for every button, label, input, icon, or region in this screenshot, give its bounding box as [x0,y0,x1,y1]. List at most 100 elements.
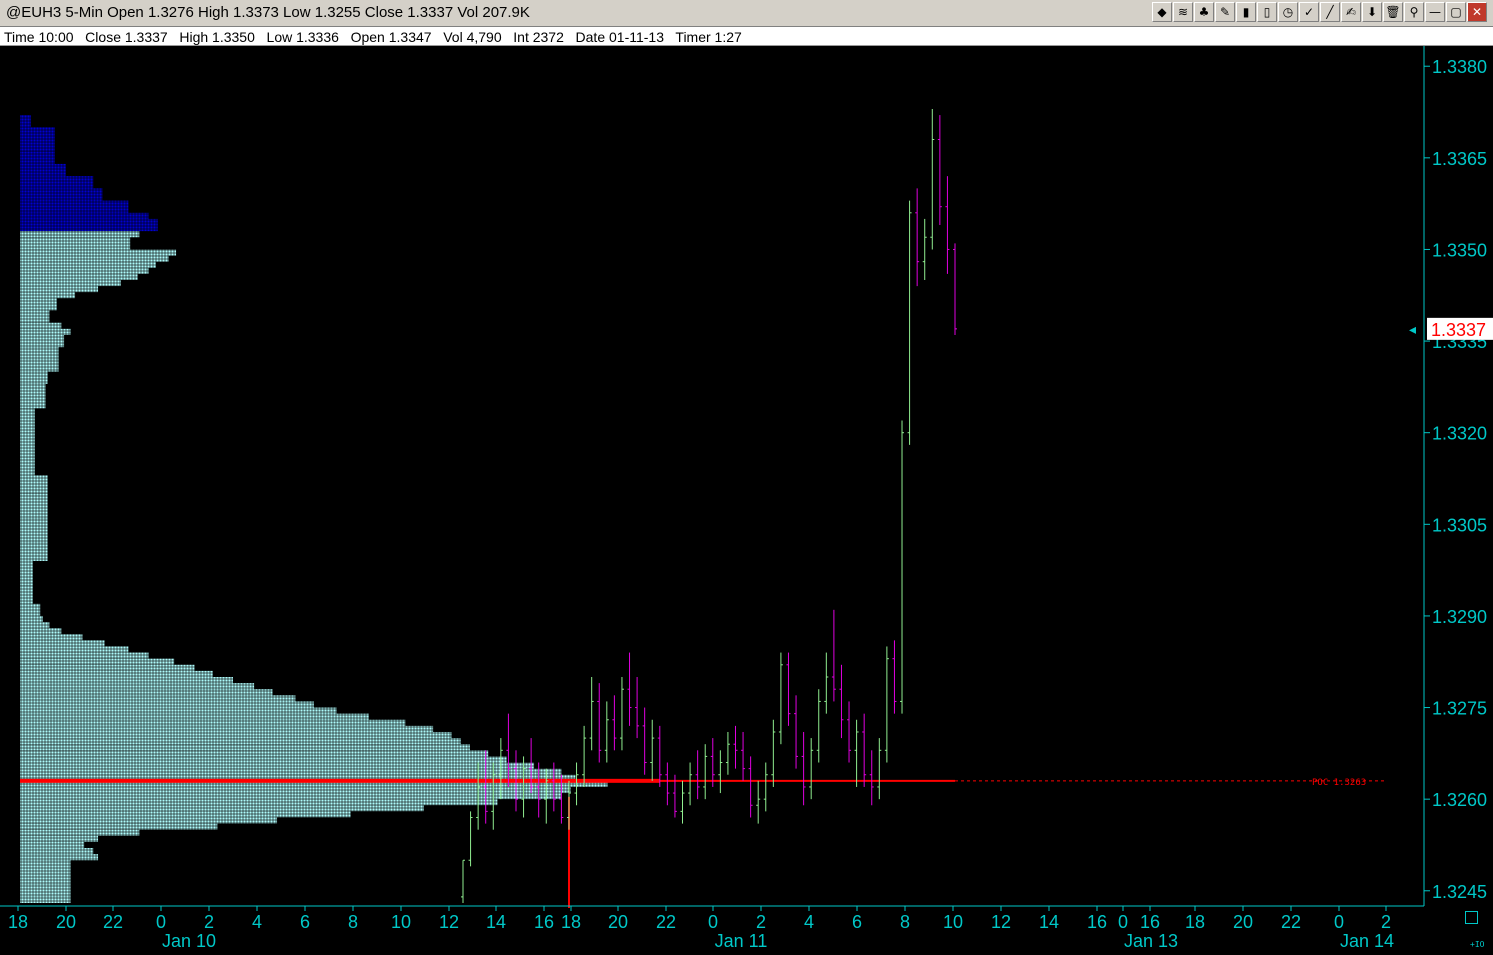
price-bar [816,689,821,763]
date-label: Jan 10 [162,931,216,951]
price-axis[interactable]: 1.33801.33651.33501.33351.33201.33051.32… [1409,46,1493,906]
corner-label: +IO [1470,940,1485,949]
time-tick-label: 4 [804,912,814,932]
time-tick-label: 14 [1039,912,1059,932]
price-bar [930,108,935,250]
price-tick-label: 1.3245 [1432,882,1487,902]
price-bar [854,719,859,787]
price-tick-label: 1.3305 [1432,515,1487,535]
price-tick-label: 1.3380 [1432,57,1487,77]
price-bar [786,652,791,726]
time-tick-label: 2 [756,912,766,932]
price-bar [809,738,814,800]
chart-icon[interactable]: ◆ [1152,2,1172,22]
minimize-icon[interactable]: — [1425,2,1445,22]
price-bar [688,762,693,806]
price-bar [741,731,746,781]
line-tool-icon[interactable]: ╱ [1320,2,1340,22]
time-tick-label: 20 [608,912,628,932]
price-bar [915,188,920,287]
price-bar [953,243,957,335]
price-bar [839,664,844,739]
price-bar [945,176,950,274]
window-title: @EUH3 5-Min Open 1.3276 High 1.3373 Low … [6,4,530,21]
time-tick-label: 16 [534,912,554,932]
close-icon[interactable]: ✕ [1467,2,1487,22]
time-tick-label: 2 [1381,912,1391,932]
bars-icon[interactable]: ▮ [1236,2,1256,22]
time-tick-label: 0 [708,912,718,932]
arrow-down-icon[interactable]: ⬇ [1362,2,1382,22]
draw-icon[interactable]: ✍ [1341,2,1361,22]
price-bar [725,731,730,775]
time-tick-label: 10 [391,912,411,932]
clock-icon[interactable]: ◷ [1278,2,1298,22]
price-bar [763,762,768,812]
price-tick-label: 1.3350 [1432,240,1487,260]
last-price-arrow-icon: ◂ [1409,321,1416,337]
time-tick-label: 16 [1140,912,1160,932]
poc-line-session1 [20,778,660,783]
price-chart[interactable]: POC 1.3263 1.33801.33651.33501.33351.332… [0,46,1493,955]
volume-profile [20,115,670,903]
time-axis[interactable]: 18 20 22 0 2 4 6 8 10 12 14 16 18 20 22 0 2 4 6 8 10 12 14 16 0 1… [0,905,1424,951]
maximize-icon[interactable]: ▢ [1446,2,1466,22]
candle-icon[interactable]: ▯ [1257,2,1277,22]
price-bar [794,695,799,769]
wave-icon[interactable]: ≋ [1173,2,1193,22]
time-tick-label: 0 [1334,912,1344,932]
time-tick-label: 22 [656,912,676,932]
date-label: Jan 11 [715,931,768,951]
price-bar [801,731,806,806]
time-tick-label: 12 [439,912,459,932]
pencil-icon[interactable]: ✎ [1215,2,1235,22]
tree-icon[interactable]: ♣ [1194,2,1214,22]
time-tick-label: 20 [1233,912,1253,932]
time-tick-label: 18 [1185,912,1205,932]
time-tick-label: 6 [300,912,310,932]
price-bar [900,420,905,714]
time-tick-label: 2 [204,912,214,932]
price-bar [710,738,715,787]
last-price-label: 1.3337 [1431,320,1486,340]
check-icon[interactable]: ✓ [1299,2,1319,22]
toolbar: ◆ ≋ ♣ ✎ ▮ ▯ ◷ ✓ ╱ ✍ ⬇ 🗑 ⚲ — ▢ ✕ [1152,2,1487,22]
price-bar [718,750,723,794]
price-bar [831,609,836,702]
price-bar [748,756,753,818]
profile-grid [20,115,670,903]
price-bar [680,780,685,824]
price-bar [824,652,829,714]
time-tick-label: 14 [486,912,506,932]
poc-label: POC 1.3263 [1312,778,1366,788]
price-bar [695,750,700,800]
pin-icon[interactable]: ⚲ [1404,2,1424,22]
trash-icon[interactable]: 🗑 [1383,2,1403,22]
price-bar [771,719,776,787]
time-tick-label: 8 [900,912,910,932]
time-tick-label: 22 [1281,912,1301,932]
time-tick-label: 0 [1118,912,1128,932]
price-bar [907,200,912,445]
date-label: Jan 14 [1340,931,1394,951]
price-bar [877,738,882,800]
time-tick-label: 20 [56,912,76,932]
price-bar [778,652,783,745]
time-tick-label: 16 [1087,912,1107,932]
time-tick-label: 22 [103,912,123,932]
price-bar [884,646,889,763]
price-tick-label: 1.3260 [1432,790,1487,810]
price-bar [922,218,927,280]
bar-info-text: Time 10:00 Close 1.3337 High 1.3350 Low … [4,29,742,45]
price-bar [756,780,761,824]
time-tick-label: 18 [8,912,28,932]
time-tick-label: 10 [943,912,963,932]
time-tick-label: 4 [252,912,262,932]
window-title-bar: @EUH3 5-Min Open 1.3276 High 1.3373 Low … [0,0,1493,27]
time-tick-label: 0 [156,912,166,932]
price-bar [703,744,708,800]
price-tick-label: 1.3275 [1432,699,1487,719]
price-tick-label: 1.3320 [1432,424,1487,444]
axis-corner-box[interactable] [1465,911,1478,924]
data-window-bar: Time 10:00 Close 1.3337 High 1.3350 Low … [0,27,1493,46]
